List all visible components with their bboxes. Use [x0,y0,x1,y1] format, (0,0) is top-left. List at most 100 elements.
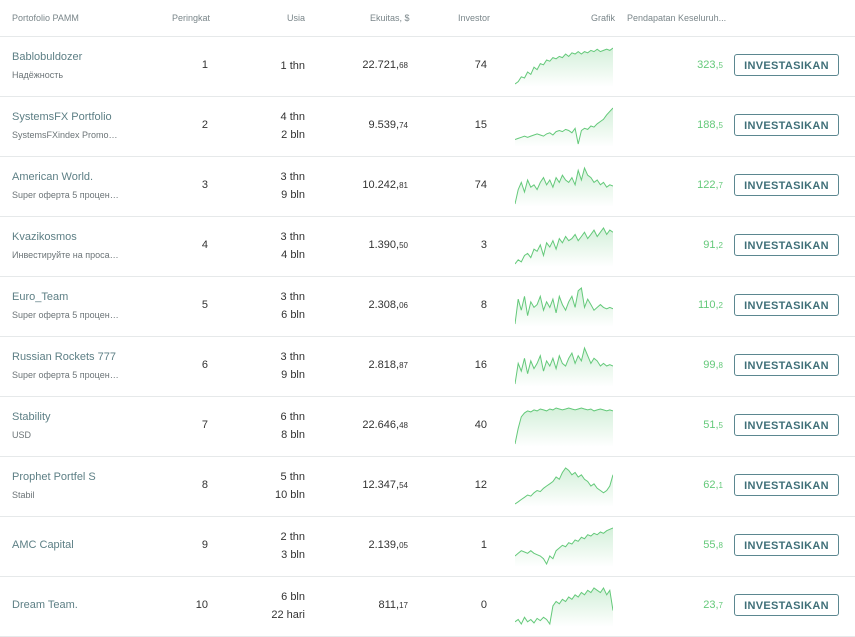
equity-value: 2.308,06 [368,299,409,311]
age-value: 1 thn [280,60,305,72]
investor-count: 8 [480,299,487,311]
table-row: Stability USD 7 6 thn 8 bln 22.646,48 40 … [0,396,855,456]
table-row: Prophet Portfel S Stabil 8 5 thn 10 bln 1… [0,456,855,516]
equity-sparkline-chart [515,527,613,567]
equity-value: 9.539,74 [368,119,409,131]
invest-button[interactable]: INVESTASIKAN [734,174,839,196]
portfolio-name-link[interactable]: Euro_Team [12,291,68,303]
investor-count: 3 [480,239,487,251]
invest-button[interactable]: INVESTASIKAN [734,534,839,556]
portfolio-description: Надёжность [12,70,64,80]
portfolio-name-link[interactable]: Prophet Portfel S [12,471,96,483]
age-value: 3 thn 6 bln [280,291,305,321]
equity-value: 10.242,81 [362,179,408,191]
age-value: 2 thn 3 bln [280,531,305,561]
table-header: Portofolio PAMM Peringkat Usia Ekuitas, … [0,0,855,36]
equity-value: 12.347,54 [362,479,408,491]
header-investor[interactable]: Investor [458,13,490,23]
header-income[interactable]: Pendapatan Keseluruh... [627,13,726,23]
sparkline-area [515,228,613,267]
table-row: Dream Team. 10 6 bln 22 hari 811,17 0 23,… [0,576,855,637]
portfolio-name-link[interactable]: Dream Team. [12,599,78,611]
sparkline-area [515,108,613,147]
age-value: 5 thn 10 bln [275,471,305,501]
pamm-table: Portofolio PAMM Peringkat Usia Ekuitas, … [0,0,855,637]
rank-value: 4 [201,239,208,251]
equity-sparkline-chart [515,227,613,267]
portfolio-name-link[interactable]: Russian Rockets 777 [12,351,116,363]
income-value: 99,8 [703,359,723,371]
table-row: Euro_Team Super оферта 5 процентов 5 3 t… [0,276,855,336]
table-row: American World. Super оферта 5 процентов… [0,156,855,216]
sparkline-area [515,348,613,387]
header-age[interactable]: Usia [287,13,305,23]
equity-sparkline-chart [515,107,613,147]
portfolio-description: Инвестируйте на просадке [12,250,120,260]
invest-button[interactable]: INVESTASIKAN [734,354,839,376]
table-row: Kvazikosmos Инвестируйте на просадке 4 3… [0,216,855,276]
equity-value: 2.818,87 [368,359,409,371]
invest-button[interactable]: INVESTASIKAN [734,234,839,256]
portfolio-description: USD [12,430,32,440]
header-equity[interactable]: Ekuitas, $ [370,13,410,23]
investor-count: 74 [474,179,487,191]
equity-value: 22.646,48 [362,419,408,431]
sparkline-area [515,468,613,507]
age-value: 3 thn 4 bln [280,231,305,261]
portfolio-description: Super оферта 5 процентов [12,310,120,320]
rank-value: 3 [201,179,208,191]
age-value: 4 thn 2 bln [280,111,305,141]
income-value: 23,7 [703,599,723,611]
portfolio-description: Super оферта 5 процентов [12,190,120,200]
income-value: 188,5 [697,119,723,131]
portfolio-description: Stabil [12,490,35,500]
equity-value: 22.721,68 [362,59,408,71]
age-value: 6 thn 8 bln [280,411,305,441]
age-value: 3 thn 9 bln [280,171,305,201]
income-value: 122,7 [697,179,723,191]
equity-sparkline-chart [515,346,613,387]
portfolio-name-link[interactable]: SystemsFX Portfolio [12,111,112,123]
sparkline-area [515,408,613,447]
portfolio-name-link[interactable]: Bablobuldozer [12,51,82,63]
invest-button[interactable]: INVESTASIKAN [734,294,839,316]
invest-button[interactable]: INVESTASIKAN [734,414,839,436]
table-row: Bablobuldozer Надёжность 1 1 thn 22.721,… [0,36,855,96]
sparkline-area [515,168,613,207]
investor-count: 74 [474,59,487,71]
invest-button[interactable]: INVESTASIKAN [734,594,839,616]
header-rank[interactable]: Peringkat [172,13,210,23]
equity-sparkline-chart [515,586,613,627]
table-row: Russian Rockets 777 Super оферта 5 проце… [0,336,855,396]
income-value: 51,5 [703,419,723,431]
equity-sparkline-chart [515,407,613,447]
equity-sparkline-chart [515,467,613,507]
investor-count: 40 [474,419,487,431]
rank-value: 2 [201,119,208,131]
header-chart: Grafik [591,13,616,23]
rank-value: 1 [201,59,208,71]
equity-value: 2.139,05 [368,539,409,551]
portfolio-name-link[interactable]: Stability [12,411,51,423]
invest-button[interactable]: INVESTASIKAN [734,54,839,76]
equity-sparkline-chart [515,47,613,87]
rank-value: 10 [195,599,208,611]
income-value: 62,1 [703,479,723,491]
portfolio-name-link[interactable]: Kvazikosmos [12,231,77,243]
invest-button[interactable]: INVESTASIKAN [734,474,839,496]
sparkline-area [515,48,613,87]
portfolio-name-link[interactable]: AMC Capital [12,539,74,551]
table-row: AMC Capital 9 2 thn 3 bln 2.139,05 1 55,8… [0,516,855,576]
portfolio-description: Super оферта 5 процентов [12,370,120,380]
income-value: 323,5 [697,59,723,71]
invest-button[interactable]: INVESTASIKAN [734,114,839,136]
portfolio-name-link[interactable]: American World. [12,171,93,183]
table-body: Bablobuldozer Надёжность 1 1 thn 22.721,… [0,36,855,637]
header-portfolio[interactable]: Portofolio PAMM [12,13,79,23]
investor-count: 1 [480,539,487,551]
portfolio-description: SystemsFXindex Promotion [12,130,120,140]
equity-value: 1.390,50 [368,239,409,251]
table-row: SystemsFX Portfolio SystemsFXindex Promo… [0,96,855,156]
rank-value: 7 [201,419,208,431]
income-value: 55,8 [703,539,723,551]
